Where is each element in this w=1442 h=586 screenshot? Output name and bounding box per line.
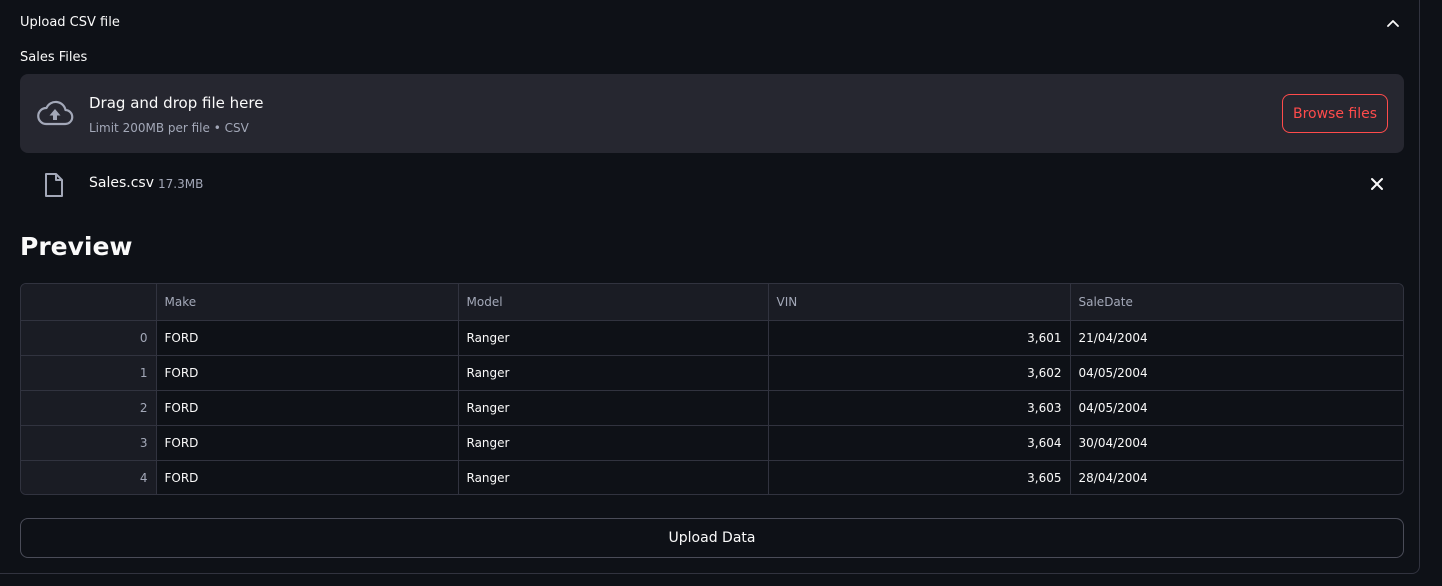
table-row: 4 FORD Ranger 3,605 28/04/2004 bbox=[21, 460, 1403, 494]
cell-make[interactable]: FORD bbox=[156, 425, 459, 461]
uploader-label: Sales Files bbox=[20, 50, 88, 65]
cell-model[interactable]: Ranger bbox=[458, 355, 769, 391]
cell-model[interactable]: Ranger bbox=[458, 460, 769, 494]
file-dropzone[interactable]: Drag and drop file here Limit 200MB per … bbox=[20, 74, 1404, 153]
preview-table[interactable]: Make Model VIN SaleDate 0 FORD Ranger 3,… bbox=[20, 283, 1404, 495]
column-header-vin[interactable]: VIN bbox=[768, 284, 1071, 321]
cell-vin[interactable]: 3,601 bbox=[768, 320, 1071, 356]
cell-saledate[interactable]: 21/04/2004 bbox=[1070, 320, 1403, 356]
cell-saledate[interactable]: 30/04/2004 bbox=[1070, 425, 1403, 461]
column-header-index[interactable] bbox=[21, 284, 157, 321]
table-row: 2 FORD Ranger 3,603 04/05/2004 bbox=[21, 390, 1403, 426]
cell-vin[interactable]: 3,604 bbox=[768, 425, 1071, 461]
cell-model[interactable]: Ranger bbox=[458, 320, 769, 356]
cell-saledate[interactable]: 04/05/2004 bbox=[1070, 390, 1403, 426]
cell-vin[interactable]: 3,602 bbox=[768, 355, 1071, 391]
cell-make[interactable]: FORD bbox=[156, 460, 459, 494]
row-index: 0 bbox=[21, 320, 157, 356]
row-index: 4 bbox=[21, 460, 157, 494]
close-icon[interactable] bbox=[1370, 177, 1384, 191]
column-header-model[interactable]: Model bbox=[458, 284, 769, 321]
preview-heading: Preview bbox=[20, 232, 133, 261]
table-row: 0 FORD Ranger 3,601 21/04/2004 bbox=[21, 320, 1403, 356]
column-header-make[interactable]: Make bbox=[156, 284, 459, 321]
cell-make[interactable]: FORD bbox=[156, 355, 459, 391]
column-header-saledate[interactable]: SaleDate bbox=[1070, 284, 1403, 321]
cell-saledate[interactable]: 28/04/2004 bbox=[1070, 460, 1403, 494]
cell-vin[interactable]: 3,603 bbox=[768, 390, 1071, 426]
cell-make[interactable]: FORD bbox=[156, 390, 459, 426]
row-index: 3 bbox=[21, 425, 157, 461]
cell-model[interactable]: Ranger bbox=[458, 390, 769, 426]
chevron-up-icon[interactable] bbox=[1386, 16, 1400, 30]
row-index: 1 bbox=[21, 355, 157, 391]
row-index: 2 bbox=[21, 390, 157, 426]
browse-files-button[interactable]: Browse files bbox=[1282, 94, 1388, 133]
table-header-row: Make Model VIN SaleDate bbox=[21, 284, 1403, 321]
cloud-upload-icon bbox=[37, 100, 74, 126]
file-size: 17.3MB bbox=[158, 177, 204, 191]
table-row: 3 FORD Ranger 3,604 30/04/2004 bbox=[21, 425, 1403, 461]
cell-vin[interactable]: 3,605 bbox=[768, 460, 1071, 494]
cell-saledate[interactable]: 04/05/2004 bbox=[1070, 355, 1403, 391]
dropzone-limit: Limit 200MB per file • CSV bbox=[89, 121, 249, 135]
dropzone-instruction: Drag and drop file here bbox=[89, 94, 264, 112]
upload-data-button[interactable]: Upload Data bbox=[20, 518, 1404, 558]
file-name: Sales.csv bbox=[89, 175, 154, 191]
expander-title[interactable]: Upload CSV file bbox=[20, 15, 120, 30]
cell-make[interactable]: FORD bbox=[156, 320, 459, 356]
table-row: 1 FORD Ranger 3,602 04/05/2004 bbox=[21, 355, 1403, 391]
cell-model[interactable]: Ranger bbox=[458, 425, 769, 461]
uploaded-file-row: Sales.csv 17.3MB bbox=[20, 162, 1404, 206]
file-icon bbox=[45, 173, 63, 197]
